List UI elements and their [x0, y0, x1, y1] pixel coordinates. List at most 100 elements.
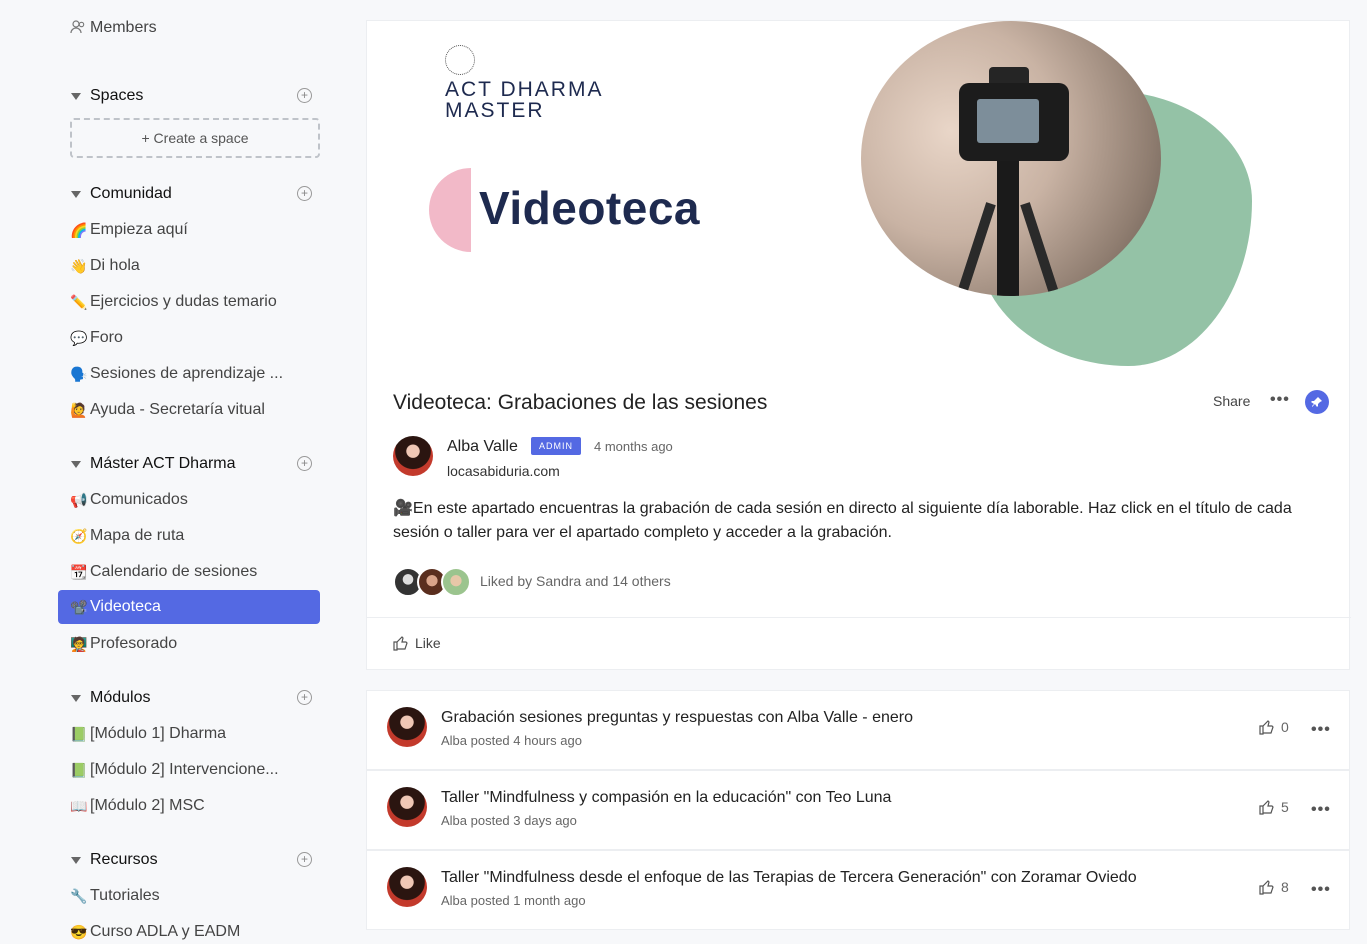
sidebar-item-curso[interactable]: 😎 Curso ADLA y EADM	[70, 920, 240, 944]
sidebar-item-label: Ayuda - Secretaría vitual	[90, 401, 265, 418]
add-circle-icon[interactable]: +	[297, 186, 312, 201]
sidebar-item-label: Empieza aquí	[90, 221, 188, 238]
feed-post-meta: Alba posted 4 hours ago	[441, 733, 582, 748]
feed-post-meta: Alba posted 1 month ago	[441, 893, 586, 908]
pencil-icon: ✏️	[70, 293, 88, 310]
sidebar-item-label: Curso ADLA y EADM	[90, 923, 241, 940]
author-name[interactable]: Alba Valle	[447, 438, 518, 456]
feed-post-title[interactable]: Taller "Mindfulness desde el enfoque de …	[441, 869, 1137, 887]
like-button[interactable]: Like	[393, 635, 441, 651]
like-count-button[interactable]: 5	[1259, 799, 1289, 815]
more-options-button[interactable]: •••	[1311, 801, 1331, 819]
section-title: Comunidad	[90, 185, 172, 202]
compass-icon: 🧭	[70, 527, 88, 544]
brand-logo-icon	[445, 45, 475, 75]
green-book-icon: 📗	[70, 725, 88, 742]
author-avatar[interactable]	[393, 436, 433, 476]
add-circle-icon[interactable]: +	[297, 456, 312, 471]
section-master[interactable]: Máster ACT Dharma +	[70, 452, 320, 476]
like-label: Like	[415, 635, 441, 651]
post-body: 🎥En este apartado encuentras la grabació…	[393, 500, 1292, 541]
more-options-button[interactable]: •••	[1311, 721, 1331, 739]
list-item[interactable]: Taller "Mindfulness desde el enfoque de …	[366, 850, 1350, 930]
banner-title: Videoteca	[479, 182, 700, 234]
like-count: 0	[1281, 719, 1289, 735]
thumbs-up-icon	[1259, 720, 1274, 735]
sidebar-item-members[interactable]: Members	[70, 16, 157, 40]
sidebar-item-empieza[interactable]: 🌈 Empieza aquí	[70, 218, 188, 242]
sidebar-item-ejercicios[interactable]: ✏️ Ejercicios y dudas temario	[70, 290, 277, 314]
sidebar-item-modulo2[interactable]: 📗 [Módulo 2] Intervencione...	[70, 758, 279, 782]
sidebar-item-di-hola[interactable]: 👋 Di hola	[70, 254, 140, 278]
create-space-button[interactable]: + Create a space	[70, 118, 320, 158]
sidebar-item-ayuda[interactable]: 🙋 Ayuda - Secretaría vitual	[70, 398, 265, 422]
more-options-button[interactable]: •••	[1270, 391, 1290, 409]
sidebar-item-modulo1[interactable]: 📗 [Módulo 1] Dharma	[70, 722, 226, 746]
list-item[interactable]: Grabación sesiones preguntas y respuesta…	[366, 690, 1350, 770]
like-count-button[interactable]: 0	[1259, 719, 1289, 735]
section-title: Módulos	[90, 689, 151, 706]
sidebar-item-label: [Módulo 1] Dharma	[90, 725, 227, 742]
brand-name: ACT DHARMA MASTER	[445, 79, 603, 121]
sidebar-item-foro[interactable]: 💬 Foro	[70, 326, 123, 350]
divider	[367, 617, 1351, 618]
more-options-button[interactable]: •••	[1311, 881, 1331, 899]
sidebar-item-label: Foro	[90, 329, 123, 346]
sunglasses-icon: 😎	[70, 923, 88, 940]
sidebar-item-label: Mapa de ruta	[90, 527, 185, 544]
sidebar-item-label: Videoteca	[90, 598, 161, 615]
sidebar-item-tutoriales[interactable]: 🔧 Tutoriales	[70, 884, 160, 908]
feed-post-title[interactable]: Taller "Mindfulness y compasión en la ed…	[441, 789, 891, 807]
sidebar-item-label: [Módulo 2] MSC	[90, 797, 205, 814]
sidebar-item-profesorado[interactable]: 🧑‍🏫 Profesorado	[70, 632, 177, 656]
share-button[interactable]: Share	[1213, 393, 1250, 409]
sidebar-item-label: Profesorado	[90, 635, 178, 652]
feed-post-meta: Alba posted 3 days ago	[441, 813, 577, 828]
add-circle-icon[interactable]: +	[297, 88, 312, 103]
sidebar-item-label: Tutoriales	[90, 887, 160, 904]
post-card: ACT DHARMA MASTER Videoteca Videoteca: G…	[366, 20, 1351, 670]
thumbs-up-icon	[393, 636, 408, 651]
pin-icon[interactable]	[1305, 390, 1329, 414]
sidebar-item-label: Sesiones de aprendizaje ...	[90, 365, 284, 382]
teacher-icon: 🧑‍🏫	[70, 635, 88, 652]
add-circle-icon[interactable]: +	[297, 852, 312, 867]
thumbs-up-icon	[1259, 880, 1274, 895]
liked-by-text[interactable]: Liked by Sandra and 14 others	[480, 573, 671, 589]
feed-post-title[interactable]: Grabación sesiones preguntas y respuesta…	[441, 709, 913, 727]
sidebar-item-mapa[interactable]: 🧭 Mapa de ruta	[70, 524, 184, 548]
sidebar-item-label: Calendario de sesiones	[90, 563, 258, 580]
author-avatar[interactable]	[387, 707, 427, 747]
list-item[interactable]: Taller "Mindfulness y compasión en la ed…	[366, 770, 1350, 850]
raising-hand-icon: 🙋	[70, 401, 88, 418]
caret-down-icon	[71, 856, 81, 864]
author-avatar[interactable]	[387, 867, 427, 907]
sidebar-item-calendario[interactable]: 📆 Calendario de sesiones	[70, 560, 257, 584]
author-avatar[interactable]	[387, 787, 427, 827]
caret-down-icon	[71, 190, 81, 198]
calendar-icon: 📆	[70, 563, 88, 580]
wave-icon: 👋	[70, 257, 88, 274]
wrench-icon: 🔧	[70, 887, 88, 904]
section-modulos[interactable]: Módulos +	[70, 686, 320, 710]
sidebar-item-modulo2-msc[interactable]: 📖 [Módulo 2] MSC	[70, 794, 205, 818]
section-spaces[interactable]: Spaces +	[70, 84, 320, 108]
sidebar-item-sesiones[interactable]: 🗣️ Sesiones de aprendizaje ...	[70, 362, 283, 386]
megaphone-icon: 📢	[70, 491, 88, 508]
section-recursos[interactable]: Recursos +	[70, 848, 320, 872]
projector-icon: 📽️	[70, 598, 88, 615]
caret-down-icon	[71, 92, 81, 100]
open-book-icon: 📖	[70, 797, 88, 814]
post-timestamp[interactable]: 4 months ago	[594, 439, 673, 454]
like-count-button[interactable]: 8	[1259, 879, 1289, 895]
tripod-leg	[952, 202, 996, 296]
caret-down-icon	[71, 694, 81, 702]
sidebar-item-videoteca[interactable]: 📽️ Videoteca	[58, 590, 320, 624]
add-circle-icon[interactable]: +	[297, 690, 312, 705]
sidebar-item-label: [Módulo 2] Intervencione...	[90, 761, 279, 778]
liker-avatar[interactable]	[441, 567, 471, 597]
section-comunidad[interactable]: Comunidad +	[70, 182, 320, 206]
sidebar-item-comunicados[interactable]: 📢 Comunicados	[70, 488, 188, 512]
post-title: Videoteca: Grabaciones de las sesiones	[393, 391, 768, 414]
sidebar-item-label: Members	[90, 19, 157, 36]
